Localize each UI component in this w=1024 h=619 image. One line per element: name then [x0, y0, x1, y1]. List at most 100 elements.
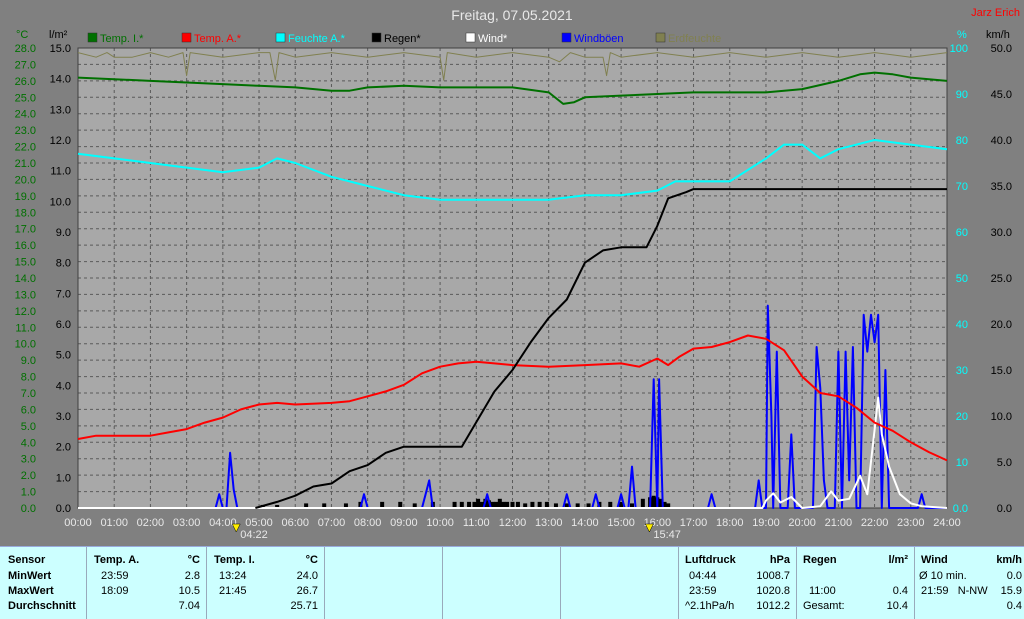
luftdruck-max-value: 1020.8: [756, 585, 790, 597]
rain-bar: [497, 498, 502, 508]
wind-tick-label: 0.0: [997, 503, 1012, 515]
rain-tick-label: 14.0: [50, 74, 71, 86]
temp-tick-label: 28.0: [15, 43, 36, 55]
regen-max-value: 0.4: [892, 585, 908, 597]
temp-tick-label: 25.0: [15, 92, 36, 104]
legend-swatch: [465, 32, 476, 43]
summary-col-temp-a: Temp. A. °C 23:59 2.8 18:09 10.5 7.04: [86, 547, 206, 619]
wind-tick-label: 30.0: [991, 227, 1012, 239]
regen-total-value: 10.4: [886, 600, 908, 612]
temp-tick-label: 14.0: [15, 273, 36, 285]
wind-tick-label: 45.0: [991, 89, 1012, 101]
temp-tick-label: 10.0: [15, 339, 36, 351]
rain-tick-label: 7.0: [56, 288, 71, 300]
time-tick-label: 13:00: [535, 517, 563, 529]
rain-tick-label: 6.0: [56, 319, 71, 331]
rain-tick-label: 0.0: [56, 503, 71, 515]
wind-tick-label: 10.0: [991, 411, 1012, 423]
temp-tick-label: 24.0: [15, 109, 36, 121]
humidity-tick-label: 100: [950, 43, 968, 55]
time-tick-label: 05:00: [245, 517, 273, 529]
legend-swatch: [87, 32, 98, 43]
time-tick-label: 18:00: [716, 517, 744, 529]
rain-tick-label: 9.0: [56, 227, 71, 239]
legend-label: Temp. A.*: [194, 33, 242, 45]
temp-a-title: Temp. A.: [94, 554, 140, 566]
legend-label: Regen*: [384, 33, 421, 45]
legend-label: Wind*: [478, 33, 508, 45]
humidity-tick-label: 0.0: [953, 503, 968, 515]
wind-unit: km/h: [996, 554, 1022, 566]
time-tick-label: 14:00: [571, 517, 599, 529]
temp-tick-label: 9.0: [21, 355, 36, 367]
time-tick-label: 11:00: [463, 517, 490, 529]
temp-tick-label: 4.0: [21, 437, 36, 449]
time-tick-label: 23:00: [897, 517, 925, 529]
rain-tick-label: 8.0: [56, 258, 71, 270]
rain-tick-label: 10.0: [50, 196, 71, 208]
temp-a-min-value: 2.8: [184, 570, 200, 582]
summary-col-luftdruck: Luftdruck hPa 04:44 1008.7 23:59 1020.8 …: [678, 547, 796, 619]
humidity-tick-label: 50: [956, 273, 968, 285]
temp-tick-label: 20.0: [15, 174, 36, 186]
luftdruck-max-time: 23:59: [689, 585, 717, 597]
time-tick-label: 01:00: [100, 517, 128, 529]
temp-i-min-value: 24.0: [296, 570, 318, 582]
time-tick-label: 20:00: [788, 517, 816, 529]
temp-tick-label: 18.0: [15, 207, 36, 219]
temp-tick-label: 17.0: [15, 224, 36, 236]
humidity-tick-label: 70: [956, 181, 968, 193]
wind-tick-label: 40.0: [991, 135, 1012, 147]
temp-tick-label: 21.0: [15, 158, 36, 170]
temp-a-avg-value: 7.04: [178, 600, 200, 612]
humidity-tick-label: 80: [956, 135, 968, 147]
temp-i-max-time: 21:45: [219, 585, 247, 597]
wind-tick-label: 20.0: [991, 319, 1012, 331]
temp-i-avg-value: 25.71: [290, 600, 318, 612]
rain-tick-label: 15.0: [50, 43, 71, 55]
time-tick-label: 24:00: [933, 517, 961, 529]
humidity-tick-label: 90: [956, 89, 968, 101]
temp-i-title: Temp. I.: [214, 554, 255, 566]
rain-tick-label: 13.0: [50, 104, 71, 116]
rain-tick-label: 1.0: [56, 472, 71, 484]
temp-tick-label: 1.0: [21, 487, 36, 499]
temp-tick-label: 5.0: [21, 421, 36, 433]
time-tick-label: 04:00: [209, 517, 237, 529]
time-tick-label: 12:00: [499, 517, 527, 529]
rain-tick-label: 4.0: [56, 380, 71, 392]
temp-i-min-time: 13:24: [219, 570, 247, 582]
humidity-tick-label: 30: [956, 365, 968, 377]
wind-tick-label: 25.0: [991, 273, 1012, 285]
time-tick-label: 00:00: [64, 517, 92, 529]
wind-unit-label: km/h: [986, 29, 1010, 41]
temp-tick-label: 19.0: [15, 191, 36, 203]
wind-tick-label: 15.0: [991, 365, 1012, 377]
wind-avg-value: 0.4: [1006, 600, 1022, 612]
temp-i-unit: °C: [305, 554, 318, 566]
legend-swatch: [275, 32, 286, 43]
rain-tick-label: 5.0: [56, 350, 71, 362]
rain-bar: [651, 495, 656, 508]
marker-label: 15:47: [653, 529, 681, 541]
time-tick-label: 03:00: [173, 517, 201, 529]
sensor-title: Sensor: [8, 554, 46, 566]
wind-title: Wind: [921, 554, 948, 566]
wind-max-value: 15.9: [1000, 585, 1022, 597]
time-tick-label: 10:00: [426, 517, 454, 529]
time-tick-label: 19:00: [752, 517, 780, 529]
time-tick-label: 09:00: [390, 517, 418, 529]
summary-col-empty-1: [324, 547, 442, 619]
marker-label: 04:22: [240, 529, 268, 541]
chart-title: Freitag, 07.05.2021: [451, 7, 573, 23]
temp-tick-label: 2.0: [21, 470, 36, 482]
regen-title: Regen: [803, 554, 837, 566]
luftdruck-trend: ^2.1hPa/h: [685, 600, 735, 612]
time-tick-label: 02:00: [137, 517, 165, 529]
wind-avg10-label: Ø 10 min.: [919, 570, 967, 582]
summary-table: Sensor MinWert MaxWert Durchschnitt Temp…: [0, 546, 1024, 619]
time-tick-label: 07:00: [318, 517, 346, 529]
time-tick-label: 22:00: [861, 517, 889, 529]
rain-tick-label: 3.0: [56, 411, 71, 423]
temp-tick-label: 6.0: [21, 404, 36, 416]
